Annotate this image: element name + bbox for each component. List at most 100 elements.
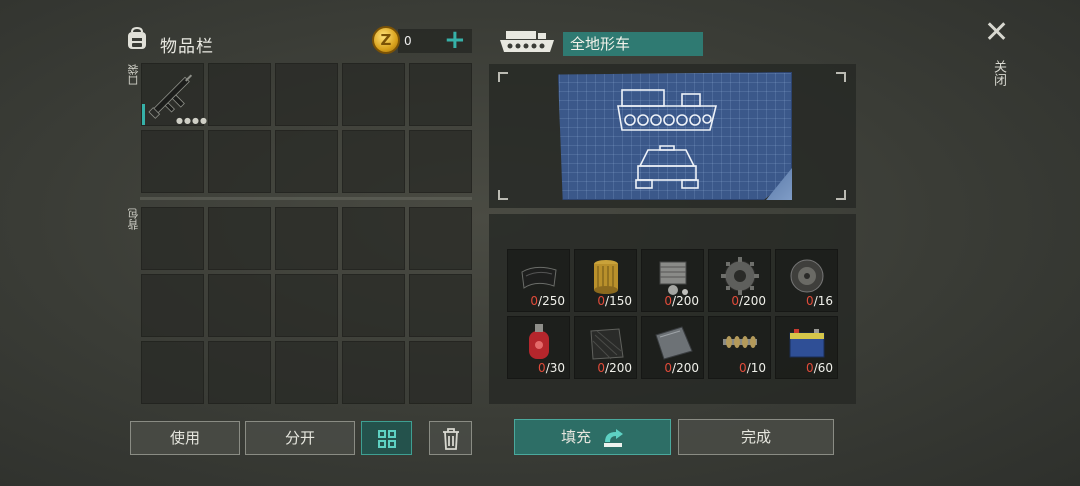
material-count: 0/150	[597, 294, 632, 308]
gas-cylinder-icon	[529, 324, 549, 359]
material-have: 0	[538, 361, 546, 375]
material-count: 0/200	[731, 294, 766, 308]
camshaft-icon	[723, 336, 757, 348]
fill-button[interactable]: 填充	[514, 419, 671, 455]
material-slot[interactable]: 0/250	[507, 249, 570, 312]
pocket-label: 口袋	[127, 64, 140, 86]
material-need: /200	[739, 294, 766, 308]
backpack-icon	[128, 26, 146, 49]
material-need: /200	[672, 294, 699, 308]
material-have: 0	[664, 361, 673, 375]
inventory-slot[interactable]	[342, 341, 405, 404]
material-slot[interactable]: 0/200	[641, 316, 704, 379]
complete-button[interactable]: 完成	[678, 419, 834, 455]
grid-icon	[378, 430, 396, 448]
material-count: 0/250	[530, 294, 565, 308]
material-slot[interactable]: 0/200	[641, 249, 704, 312]
material-need: /10	[746, 361, 766, 375]
engine-cylinder-icon	[659, 261, 688, 295]
inventory-slot[interactable]	[141, 130, 204, 193]
material-need: /30	[545, 361, 565, 375]
inventory-slot[interactable]	[342, 274, 405, 337]
close-icon[interactable]: ✕	[984, 18, 1009, 48]
inventory-slot[interactable]	[141, 207, 204, 270]
oil-filter-icon	[594, 260, 618, 294]
inventory-slot[interactable]	[275, 130, 338, 193]
material-count: 0/60	[806, 361, 833, 375]
material-have: 0	[597, 361, 606, 375]
close-label[interactable]: 关闭	[989, 60, 1008, 86]
frame-corner	[498, 72, 508, 82]
material-count: 0/30	[538, 361, 565, 375]
inventory-slot[interactable]	[208, 274, 271, 337]
item-durability-bar	[142, 104, 145, 125]
inventory-slot[interactable]	[409, 63, 472, 126]
inventory-slot[interactable]	[342, 63, 405, 126]
inventory-slot[interactable]	[409, 274, 472, 337]
material-need: /200	[672, 361, 699, 375]
material-slot[interactable]: 0/150	[574, 249, 637, 312]
inventory-slot[interactable]	[208, 207, 271, 270]
inventory-slot[interactable]	[409, 341, 472, 404]
trash-icon	[443, 428, 459, 450]
metal-plate-icon	[655, 326, 693, 360]
inventory-slot[interactable]	[342, 130, 405, 193]
inventory-slot[interactable]	[141, 274, 204, 337]
material-need: /150	[605, 294, 632, 308]
use-button[interactable]: 使用	[130, 421, 240, 455]
inventory-slot[interactable]	[208, 341, 271, 404]
sort-grid-button[interactable]	[361, 421, 412, 455]
frame-corner	[836, 190, 846, 200]
battery-icon	[789, 329, 825, 358]
material-count: 0/200	[664, 294, 699, 308]
gear-icon	[721, 257, 759, 295]
inventory-slot[interactable]	[409, 207, 472, 270]
inventory-slot[interactable]	[275, 341, 338, 404]
inventory-slot[interactable]	[275, 63, 338, 126]
inventory-slot[interactable]	[208, 130, 271, 193]
fill-button-label: 填充	[561, 428, 592, 446]
material-slot[interactable]: 0/16	[775, 249, 838, 312]
material-slot[interactable]: 0/10	[708, 316, 771, 379]
split-button[interactable]: 分开	[245, 421, 355, 455]
coin-count: 0	[404, 34, 412, 48]
material-slot[interactable]: 0/30	[507, 316, 570, 379]
carbon-fiber-icon	[590, 328, 624, 360]
material-slot[interactable]: 0/200	[708, 249, 771, 312]
material-have: 0	[806, 361, 814, 375]
inventory-title: 物品栏	[160, 37, 214, 57]
material-need: /250	[538, 294, 565, 308]
section-divider	[140, 197, 472, 200]
vehicle-blueprint-icon	[617, 89, 718, 189]
material-have: 0	[530, 294, 539, 308]
material-need: /60	[813, 361, 833, 375]
coin-icon: Z	[372, 26, 400, 54]
material-count: 0/16	[806, 294, 833, 308]
material-have: 0	[597, 294, 606, 308]
inventory-slot[interactable]	[141, 341, 204, 404]
add-coins-button[interactable]: +	[444, 26, 466, 54]
material-slot[interactable]: 0/200	[574, 316, 637, 379]
fill-arrow-icon	[603, 428, 623, 447]
inventory-slot[interactable]	[275, 207, 338, 270]
frame-corner	[836, 72, 846, 82]
material-count: 0/10	[739, 361, 766, 375]
inventory-slot[interactable]	[208, 63, 271, 126]
wheel-disc-icon	[790, 259, 824, 293]
material-slot[interactable]: 0/60	[775, 316, 838, 379]
material-need: /16	[813, 294, 833, 308]
inventory-slot[interactable]	[409, 130, 472, 193]
material-have: 0	[664, 294, 673, 308]
inventory-slot[interactable]	[275, 274, 338, 337]
material-count: 0/200	[597, 361, 632, 375]
rubber-sheet-icon	[521, 266, 557, 289]
frame-corner	[498, 190, 508, 200]
material-have: 0	[806, 294, 814, 308]
inventory-slot[interactable]	[342, 207, 405, 270]
delete-button[interactable]	[429, 421, 472, 455]
item-ammo-dots: ●●●●	[176, 116, 208, 125]
material-have: 0	[731, 294, 740, 308]
material-need: /200	[605, 361, 632, 375]
vehicle-name: 全地形车	[563, 32, 703, 56]
material-count: 0/200	[664, 361, 699, 375]
